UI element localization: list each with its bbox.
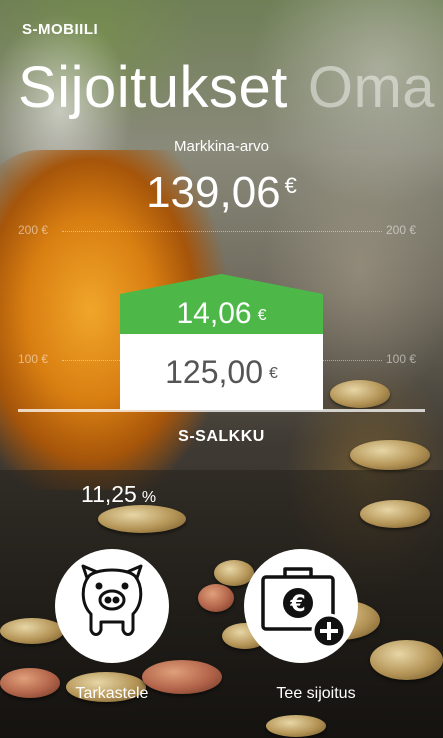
return-unit: % — [141, 489, 157, 506]
chart-baseline — [18, 409, 425, 412]
make-investment-button-label: Tee sijoitus — [276, 685, 356, 702]
pivot-item-next[interactable]: Oma — [308, 55, 435, 120]
gain-amount: 14,06 — [176, 297, 252, 330]
return-value: 11,25 — [81, 481, 137, 507]
view-button-label: Tarkastele — [75, 685, 149, 702]
bar-invested-segment: 125,00 € — [120, 334, 323, 410]
piggy-bank-icon — [81, 564, 143, 636]
market-value: 139,06 € — [0, 168, 443, 218]
gain-currency: € — [257, 307, 267, 324]
grid-label-lower-right: 100 € — [386, 352, 417, 366]
bar-roof — [120, 274, 323, 294]
market-value-currency: € — [284, 173, 297, 198]
pivot-header: Sijoitukset Oma — [18, 54, 435, 121]
market-value-label: Markkina-arvo — [173, 138, 270, 155]
grid-label-upper-right: 200 € — [386, 223, 417, 237]
portfolio-return: 11,25% — [81, 481, 156, 508]
make-investment-button[interactable]: € — [244, 549, 358, 663]
market-value-amount: 139,06 — [146, 168, 281, 217]
grid-label-upper-left: 200 € — [18, 223, 49, 237]
bar-gain-segment: 14,06 € — [120, 294, 323, 334]
pivot-item-sijoitukset[interactable]: Sijoitukset — [18, 55, 288, 120]
svg-text:€: € — [289, 592, 305, 617]
euro-briefcase-add-icon: € — [261, 567, 347, 649]
portfolio-value-bar[interactable]: 14,06 € 125,00 € — [120, 274, 323, 410]
grid-line-upper — [62, 231, 382, 232]
invested-currency: € — [268, 365, 278, 382]
portfolio-name: S-SALKKU — [178, 428, 265, 445]
grid-label-lower-left: 100 € — [18, 352, 49, 366]
app-name: S-MOBIILI — [22, 21, 99, 38]
invested-amount: 125,00 — [165, 353, 263, 390]
view-button[interactable] — [55, 549, 169, 663]
